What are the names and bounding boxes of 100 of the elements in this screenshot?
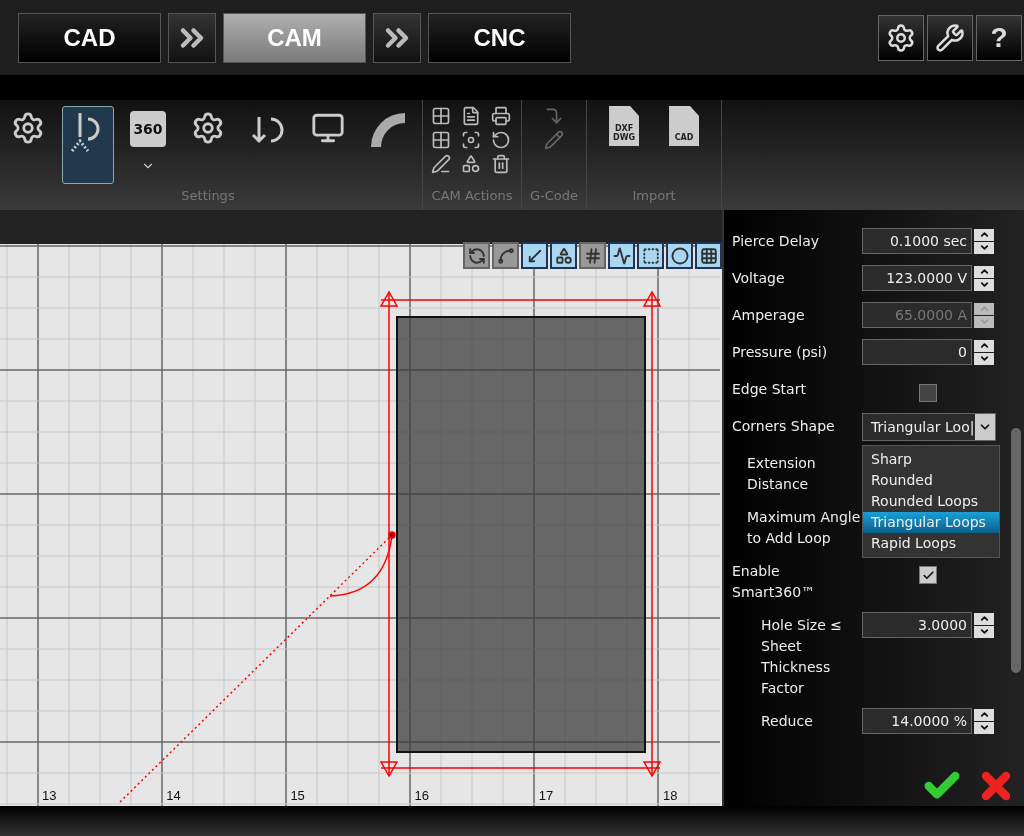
grid-icon[interactable]: [431, 130, 451, 150]
increment-button[interactable]: [974, 708, 994, 721]
axis-label: 13: [42, 788, 57, 803]
chevron-down-icon: [978, 242, 990, 253]
dropdown-option[interactable]: Sharp: [863, 449, 999, 470]
property-label: Pressure (psi): [732, 343, 829, 362]
decrement-button[interactable]: [974, 278, 994, 291]
decrement-button[interactable]: [974, 315, 994, 328]
chevron-down-icon: [978, 626, 990, 637]
focus-icon[interactable]: [461, 130, 481, 150]
pencil-icon[interactable]: [544, 130, 564, 150]
curve-tool[interactable]: [492, 242, 519, 269]
group-label: CAM Actions: [431, 188, 513, 205]
chevron-up-icon: [978, 340, 990, 351]
decrement-button[interactable]: [974, 721, 994, 734]
chevron-up-icon: [978, 266, 990, 277]
axis-label: 18: [663, 788, 678, 803]
circle-360-icon: 360: [130, 111, 166, 147]
decrement-button[interactable]: [974, 352, 994, 365]
document-icon[interactable]: [461, 106, 481, 126]
increment-button[interactable]: [974, 612, 994, 625]
axis-label: 14: [166, 788, 181, 803]
shapes-icon[interactable]: [461, 154, 481, 174]
increment-button[interactable]: [974, 302, 994, 315]
settings-icon: [886, 22, 916, 53]
checkmark-icon: [921, 568, 935, 582]
group-label: Settings: [180, 188, 236, 205]
property-label: Hole Size ≤ Sheet Thickness Factor: [761, 616, 843, 698]
wave-icon: [612, 246, 631, 265]
shapes-icon: [554, 246, 573, 265]
axis-label: 15: [290, 788, 305, 803]
shapes-tool[interactable]: [550, 242, 577, 269]
settings-tool[interactable]: 360: [122, 106, 174, 184]
decrement-button[interactable]: [974, 241, 994, 254]
dropdown-option[interactable]: Rapid Loops: [863, 533, 999, 554]
checkbox[interactable]: [919, 384, 937, 402]
chevron-down-icon: [978, 353, 990, 364]
group-label: Import: [631, 188, 677, 205]
dropdown-option[interactable]: Rounded: [863, 470, 999, 491]
chevron-up-icon: [978, 709, 990, 720]
arrow-tool[interactable]: [521, 242, 548, 269]
download-arrow-icon[interactable]: [544, 106, 564, 126]
mode-tab[interactable]: CNC: [428, 12, 571, 63]
increment-button[interactable]: [974, 228, 994, 241]
undo-icon[interactable]: [491, 130, 511, 150]
printer-icon[interactable]: [491, 106, 511, 126]
dot-tool[interactable]: [666, 242, 693, 269]
chevron-up-icon: [978, 613, 990, 624]
grid-tool[interactable]: [695, 242, 722, 269]
wave-tool[interactable]: [608, 242, 635, 269]
dot-icon: [670, 246, 689, 265]
number-field[interactable]: 3.0000: [862, 612, 972, 638]
axis-label: 16: [414, 788, 430, 803]
dropdown[interactable]: Triangular Loo|: [862, 413, 996, 441]
group-label: G-Code: [530, 188, 579, 205]
chevron-down-icon: [978, 279, 990, 290]
gear-icon: [11, 111, 45, 145]
axis-label: 17: [538, 788, 554, 803]
number-field[interactable]: 0.1000 sec: [862, 228, 972, 254]
settings-tool[interactable]: [62, 106, 114, 184]
increment-button[interactable]: [974, 265, 994, 278]
settings-button[interactable]: [878, 14, 924, 61]
property-label: Maximum Angle to Add Loop: [747, 508, 862, 548]
dropdown-option[interactable]: Triangular Loops: [863, 512, 999, 533]
curve-icon: [496, 246, 515, 265]
property-label: Reduce: [761, 712, 814, 731]
dashed-square-icon: [641, 246, 660, 265]
hash-tool[interactable]: [579, 242, 606, 269]
trash-icon[interactable]: [491, 154, 511, 174]
property-label: Enable Smart360™: [732, 562, 817, 602]
property-label: Pierce Delay: [732, 232, 820, 251]
chevron-down-icon: [978, 722, 990, 733]
mode-tab[interactable]: CAD: [18, 12, 161, 63]
cycle-arrows-tool[interactable]: [463, 242, 490, 269]
property-label: Edge Start: [732, 380, 807, 399]
dashed-square-tool[interactable]: [637, 242, 664, 269]
property-label: Voltage: [732, 269, 786, 288]
number-field[interactable]: 14.0000 %: [862, 708, 972, 734]
file-icon[interactable]: DXF DWG: [609, 106, 640, 146]
grid-icon: [699, 246, 718, 265]
arc-icon: [369, 111, 407, 149]
dropdown-option[interactable]: Rounded Loops: [863, 491, 999, 512]
screen-icon: [311, 111, 345, 145]
grid-icon[interactable]: [431, 106, 451, 126]
chevron-up-icon: [978, 303, 990, 314]
decrement-button[interactable]: [974, 625, 994, 638]
chevron-up-icon: [978, 229, 990, 240]
help-button[interactable]: ?: [976, 14, 1022, 61]
cycle-arrows-icon: [467, 246, 486, 265]
file-icon[interactable]: CAD: [669, 106, 700, 146]
property-label: Corners Shape: [732, 417, 836, 436]
property-label: Amperage: [732, 306, 806, 325]
increment-button[interactable]: [974, 339, 994, 352]
wrench-icon: [935, 22, 965, 53]
number-field[interactable]: 123.0000 V: [862, 265, 972, 291]
checkbox[interactable]: [919, 566, 937, 584]
pen-icon[interactable]: [431, 154, 451, 174]
wrench-button[interactable]: [927, 14, 973, 61]
number-field[interactable]: 0: [862, 339, 972, 365]
hash-icon: [583, 246, 602, 265]
